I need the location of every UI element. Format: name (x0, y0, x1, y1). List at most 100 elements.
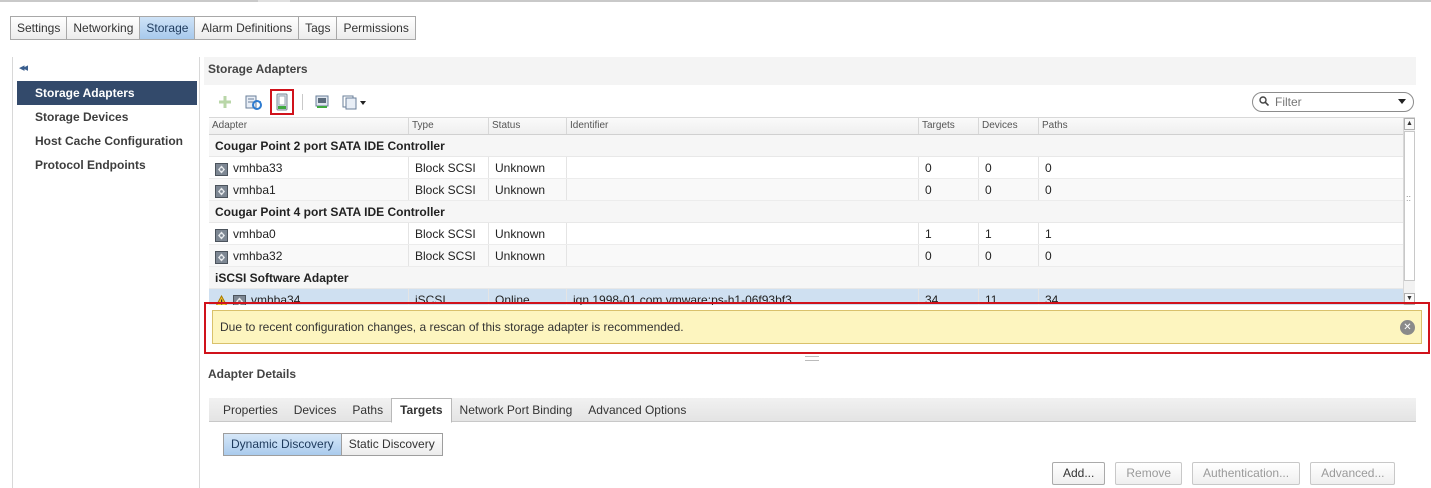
cell-status-text: Unknown (495, 226, 546, 241)
cell-status-text: Unknown (495, 248, 546, 263)
scroll-up-icon[interactable]: ▲ (1404, 118, 1415, 130)
toolbar-separator (302, 94, 303, 110)
tab-networking[interactable]: Networking (66, 16, 140, 40)
cell-identifier (567, 157, 919, 178)
remove-button[interactable]: Remove (1115, 462, 1183, 485)
tab-properties[interactable]: Properties (215, 398, 286, 421)
cell-paths: 0 (1039, 157, 1403, 178)
advanced-button[interactable]: Advanced... (1310, 462, 1396, 485)
tab-alarm-definitions[interactable]: Alarm Definitions (194, 16, 299, 40)
column-header-type[interactable]: Type (409, 118, 489, 134)
cell-adapter: vmhba0 (209, 223, 409, 244)
table-row[interactable]: vmhba33 Block SCSI Unknown 0 0 0 (209, 157, 1403, 179)
cell-paths-text: 1 (1045, 226, 1052, 241)
cell-paths: 0 (1039, 245, 1403, 266)
add-button[interactable]: Add... (1052, 462, 1106, 485)
tab-devices[interactable]: Devices (286, 398, 345, 421)
table-body: Cougar Point 2 port SATA IDE Controller v… (209, 135, 1403, 305)
cell-status: Unknown (489, 223, 567, 244)
cell-identifier (567, 179, 919, 200)
scroll-thumb[interactable] (1404, 131, 1415, 281)
cell-devices: 1 (979, 223, 1039, 244)
tab-tags[interactable]: Tags (298, 16, 337, 40)
column-header-adapter[interactable]: Adapter (209, 118, 409, 134)
cell-adapter-text: vmhba32 (233, 248, 283, 263)
adapter-toolbar (214, 89, 369, 115)
authentication-button[interactable]: Authentication... (1192, 462, 1301, 485)
adapter-settings-icon[interactable] (311, 91, 333, 113)
cell-targets: 0 (919, 179, 979, 200)
add-icon[interactable] (214, 91, 236, 113)
column-header-status[interactable]: Status (489, 118, 567, 134)
tab-settings[interactable]: Settings (10, 16, 67, 40)
top-border-highlight (258, 0, 290, 2)
tab-targets[interactable]: Targets (391, 398, 452, 423)
resize-grip-icon[interactable]: :: (1406, 193, 1411, 203)
tab-storage[interactable]: Storage (139, 16, 195, 40)
column-header-devices[interactable]: Devices (979, 118, 1039, 134)
cell-targets-text: 0 (925, 160, 932, 175)
cell-devices-text: 0 (985, 248, 992, 263)
table-row[interactable]: vmhba1 Block SCSI Unknown 0 0 0 (209, 179, 1403, 201)
cell-paths: 1 (1039, 223, 1403, 244)
filter-dropdown-icon[interactable] (1397, 96, 1407, 109)
splitter-handle[interactable] (805, 356, 819, 361)
adapter-details-title: Adapter Details (208, 367, 297, 381)
target-action-buttons: Add... Remove Authentication... Advanced... (1052, 462, 1396, 485)
storage-adapter-icon (215, 183, 228, 198)
table-row[interactable]: vmhba0 Block SCSI Unknown 1 1 1 (209, 223, 1403, 245)
sidebar-item-host-cache-configuration[interactable]: Host Cache Configuration (17, 129, 197, 153)
cell-adapter-text: vmhba1 (233, 182, 276, 197)
cell-devices: 0 (979, 179, 1039, 200)
column-header-paths[interactable]: Paths (1039, 118, 1403, 134)
section-header-band (204, 57, 1416, 85)
cell-paths: 0 (1039, 179, 1403, 200)
cell-type-text: Block SCSI (415, 182, 476, 197)
sidebar-item-storage-devices[interactable]: Storage Devices (17, 105, 197, 129)
dynamic-discovery-button[interactable]: Dynamic Discovery (223, 433, 342, 456)
tab-advanced-options[interactable]: Advanced Options (580, 398, 694, 421)
discovery-toggle: Dynamic Discovery Static Discovery (223, 433, 443, 456)
sidebar-nav: Storage Adapters Storage Devices Host Cach… (17, 81, 197, 177)
page-title: Storage Adapters (208, 62, 308, 76)
cell-type: Block SCSI (409, 223, 489, 244)
close-icon[interactable]: ✕ (1400, 320, 1415, 335)
rescan-all-icon[interactable] (242, 91, 264, 113)
rescan-adapter-icon[interactable] (270, 89, 294, 115)
sidebar-item-protocol-endpoints[interactable]: Protocol Endpoints (17, 153, 197, 177)
warning-banner: Due to recent configuration changes, a r… (212, 310, 1422, 344)
cell-status: Unknown (489, 157, 567, 178)
cell-identifier (567, 223, 919, 244)
cell-type: Block SCSI (409, 245, 489, 266)
table-group-header: Cougar Point 2 port SATA IDE Controller (209, 135, 1403, 157)
column-header-identifier[interactable]: Identifier (567, 118, 919, 134)
table-scrollbar[interactable]: ▲ ▼ (1403, 117, 1415, 305)
filter-input-box[interactable] (1252, 92, 1414, 112)
sidebar-item-storage-adapters[interactable]: Storage Adapters (17, 81, 197, 105)
top-tab-bar: Settings Networking Storage Alarm Definitio… (10, 16, 416, 40)
cell-devices: 0 (979, 157, 1039, 178)
cell-identifier (567, 245, 919, 266)
storage-adapter-icon (215, 227, 228, 242)
cell-devices-text: 1 (985, 226, 992, 241)
filter-input[interactable] (1273, 94, 1383, 110)
tab-paths[interactable]: Paths (344, 398, 391, 421)
collapse-sidebar-icon[interactable]: ◂◂ (19, 61, 28, 74)
cell-targets-text: 0 (925, 182, 932, 197)
cell-targets: 0 (919, 157, 979, 178)
sidebar: ◂◂ Storage Adapters Storage Devices Host C… (12, 57, 200, 488)
actions-menu-icon[interactable] (339, 91, 369, 113)
cell-paths-text: 0 (1045, 160, 1052, 175)
details-tab-bar: Properties Devices Paths Targets Network Por… (209, 398, 1416, 423)
column-header-targets[interactable]: Targets (919, 118, 979, 134)
tab-permissions[interactable]: Permissions (336, 16, 416, 40)
static-discovery-button[interactable]: Static Discovery (341, 433, 443, 456)
cell-type-text: Block SCSI (415, 248, 476, 263)
table-row[interactable]: vmhba32 Block SCSI Unknown 0 0 0 (209, 245, 1403, 267)
cell-type: Block SCSI (409, 157, 489, 178)
warning-highlight-frame: Due to recent configuration changes, a r… (204, 302, 1430, 354)
cell-status: Unknown (489, 245, 567, 266)
cell-targets-text: 1 (925, 226, 932, 241)
cell-adapter: vmhba32 (209, 245, 409, 266)
tab-network-port-binding[interactable]: Network Port Binding (452, 398, 581, 421)
